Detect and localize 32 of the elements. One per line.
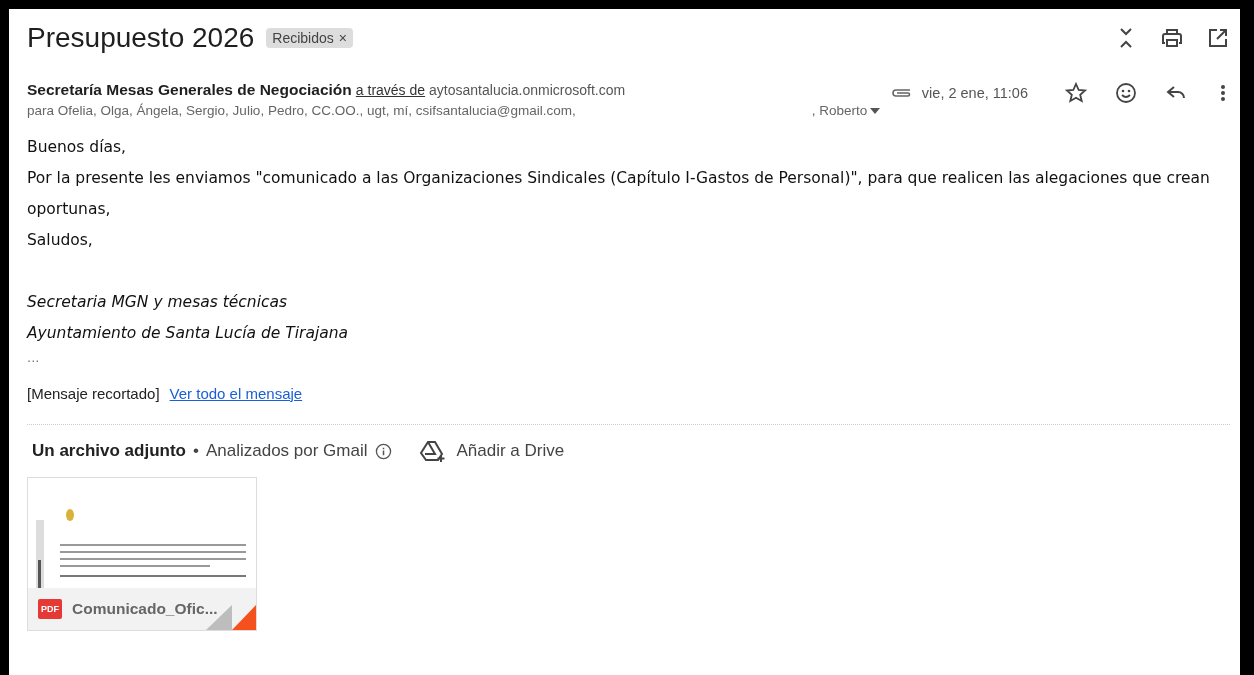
dropdown-caret-icon[interactable]	[870, 107, 881, 114]
email-date: vie, 2 ene, 11:06	[921, 85, 1028, 101]
sender-domain: aytosantalucia.onmicrosoft.com	[429, 82, 626, 98]
attachment-card[interactable]: PDF Comunicado_Ofic...	[27, 477, 257, 631]
message-paragraph: Saludos,	[27, 230, 94, 251]
trimmed-content-ellipsis[interactable]: ...	[27, 349, 1230, 367]
star-icon[interactable]	[1064, 81, 1088, 105]
attachment-name: Comunicado_Ofic...	[72, 600, 218, 618]
via-link[interactable]: a través de	[355, 82, 426, 98]
recipients-text: para Ofelia, Olga, Ángela, Sergio, Julio, Pedro, CC.OO., ugt, mí, csifsantalucia@gmail.com,	[27, 103, 576, 118]
open-new-window-icon[interactable]	[1206, 26, 1230, 50]
signature-line: Secretaria MGN y mesas técnicas	[27, 292, 289, 313]
emoji-icon[interactable]	[1114, 81, 1138, 105]
print-icon[interactable]	[1160, 26, 1184, 50]
message-paragraph: Por la presente les enviamos "comunicado a las Organizaciones Sindicales (Capítulo I-Gastos de Personal)", para que realicen las alegaciones que crean oportunas,	[27, 168, 1211, 220]
add-to-drive-button[interactable]: Añadir a Drive	[418, 439, 565, 463]
message-paragraph: Buenos días,	[27, 137, 127, 158]
label-chip[interactable]: Recibidos ×	[266, 28, 353, 48]
attachment-count: Un archivo adjunto	[32, 441, 186, 461]
clipped-message-note: [Mensaje recortado]	[27, 385, 160, 402]
signature-line: Ayuntamiento de Santa Lucía de Tirajana	[27, 323, 349, 344]
recipients-tail: , Roberto	[811, 103, 868, 118]
pdf-badge: PDF	[38, 599, 62, 619]
view-full-message-link[interactable]: Ver todo el mensaje	[169, 385, 303, 402]
remove-label-button[interactable]: ×	[338, 30, 347, 46]
info-icon[interactable]	[374, 442, 392, 460]
separator-dot: •	[192, 441, 199, 461]
sender-name: Secretaría Mesas Generales de Negociación	[27, 81, 352, 99]
drive-add-icon	[418, 439, 447, 463]
scanned-by-note: Analizados por Gmail	[205, 441, 368, 461]
label-text: Recibidos	[272, 30, 334, 46]
email-subject: Presupuesto 2026	[27, 22, 255, 54]
